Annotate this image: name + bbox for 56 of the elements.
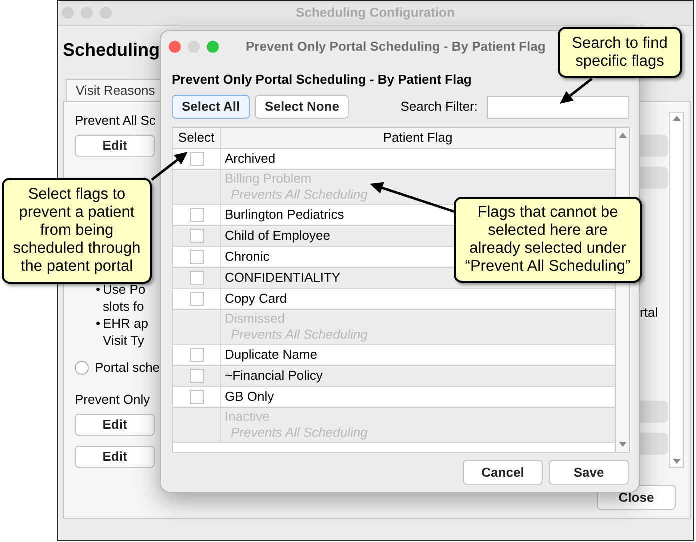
checkbox[interactable] [190,271,204,285]
arrow [151,152,188,181]
bullet-icon: • [96,315,103,332]
search-label: Search Filter: [400,98,478,116]
section-label: Prevent Only [75,392,150,408]
select-button[interactable]: Select None [255,95,350,119]
column-header[interactable]: Select [173,128,221,148]
flag-name[interactable]: Copy Card [225,291,288,307]
scroll-up-icon[interactable] [672,116,680,121]
dialog-button[interactable]: Save [549,460,629,485]
checkbox[interactable] [190,152,204,166]
checkbox[interactable] [190,348,204,362]
dialog-heading: Prevent Only Portal Scheduling - By Patient Flag [172,72,472,88]
checkbox[interactable] [190,229,204,243]
dialog-button[interactable]: Cancel [463,460,543,485]
window-title: Scheduling Configuration [296,4,455,22]
callout: Flags that cannot be selected here are already selected under “Prevent All Scheduling” [454,197,642,283]
flag-name[interactable]: Archived [225,151,276,167]
flag-name[interactable]: GB Only [225,389,274,405]
callout: Select flags to prevent a patient from being scheduled through the patent portal [2,178,152,284]
scrollbar[interactable] [669,112,684,468]
window-control-icon[interactable] [169,41,181,53]
scroll-up-icon[interactable] [618,133,626,138]
section-label: Prevent All Sc [75,113,156,129]
dialog-title: Prevent Only Portal Scheduling - By Patient Flag [246,38,546,56]
flag-name[interactable]: ~Financial Policy [225,368,323,384]
scroll-down-icon[interactable] [672,459,680,464]
column-header[interactable]: Patient Flag [221,128,615,148]
checkbox[interactable] [190,250,204,264]
select-button[interactable]: Select All [172,95,250,119]
bullet-text: slots fo [103,298,144,315]
edit-button[interactable]: Edit [75,446,155,468]
radio-button[interactable] [75,360,89,375]
flag-name[interactable]: CONFIDENTIALITY [225,270,341,286]
flag-name[interactable]: Chronic [225,249,270,265]
edit-button[interactable]: Edit [75,414,155,436]
search-field[interactable] [487,96,629,118]
arrow [560,78,593,104]
scroll-down-icon[interactable] [618,442,626,447]
radio-label: Portal sche [95,359,160,377]
checkbox[interactable] [190,292,204,306]
edit-button[interactable]: Edit [75,135,155,157]
checkbox[interactable] [190,208,204,222]
bullet-icon: • [96,281,103,298]
checkbox[interactable] [190,369,204,383]
section-text: rtal [640,304,658,322]
flag-name[interactable]: Child of Employee [225,228,330,244]
page-heading: Scheduling [63,39,160,62]
window-control-icon[interactable] [207,41,219,53]
bullet-text: Use Po [103,281,146,298]
flag-name[interactable]: Duplicate Name [225,347,318,363]
bullet-text: Visit Ty [103,332,144,349]
checkbox[interactable] [190,390,204,404]
flag-name[interactable]: Burlington Pediatrics [225,207,344,223]
bullet-text: EHR ap [103,315,149,332]
callout: Search to find specific flags [558,27,682,78]
